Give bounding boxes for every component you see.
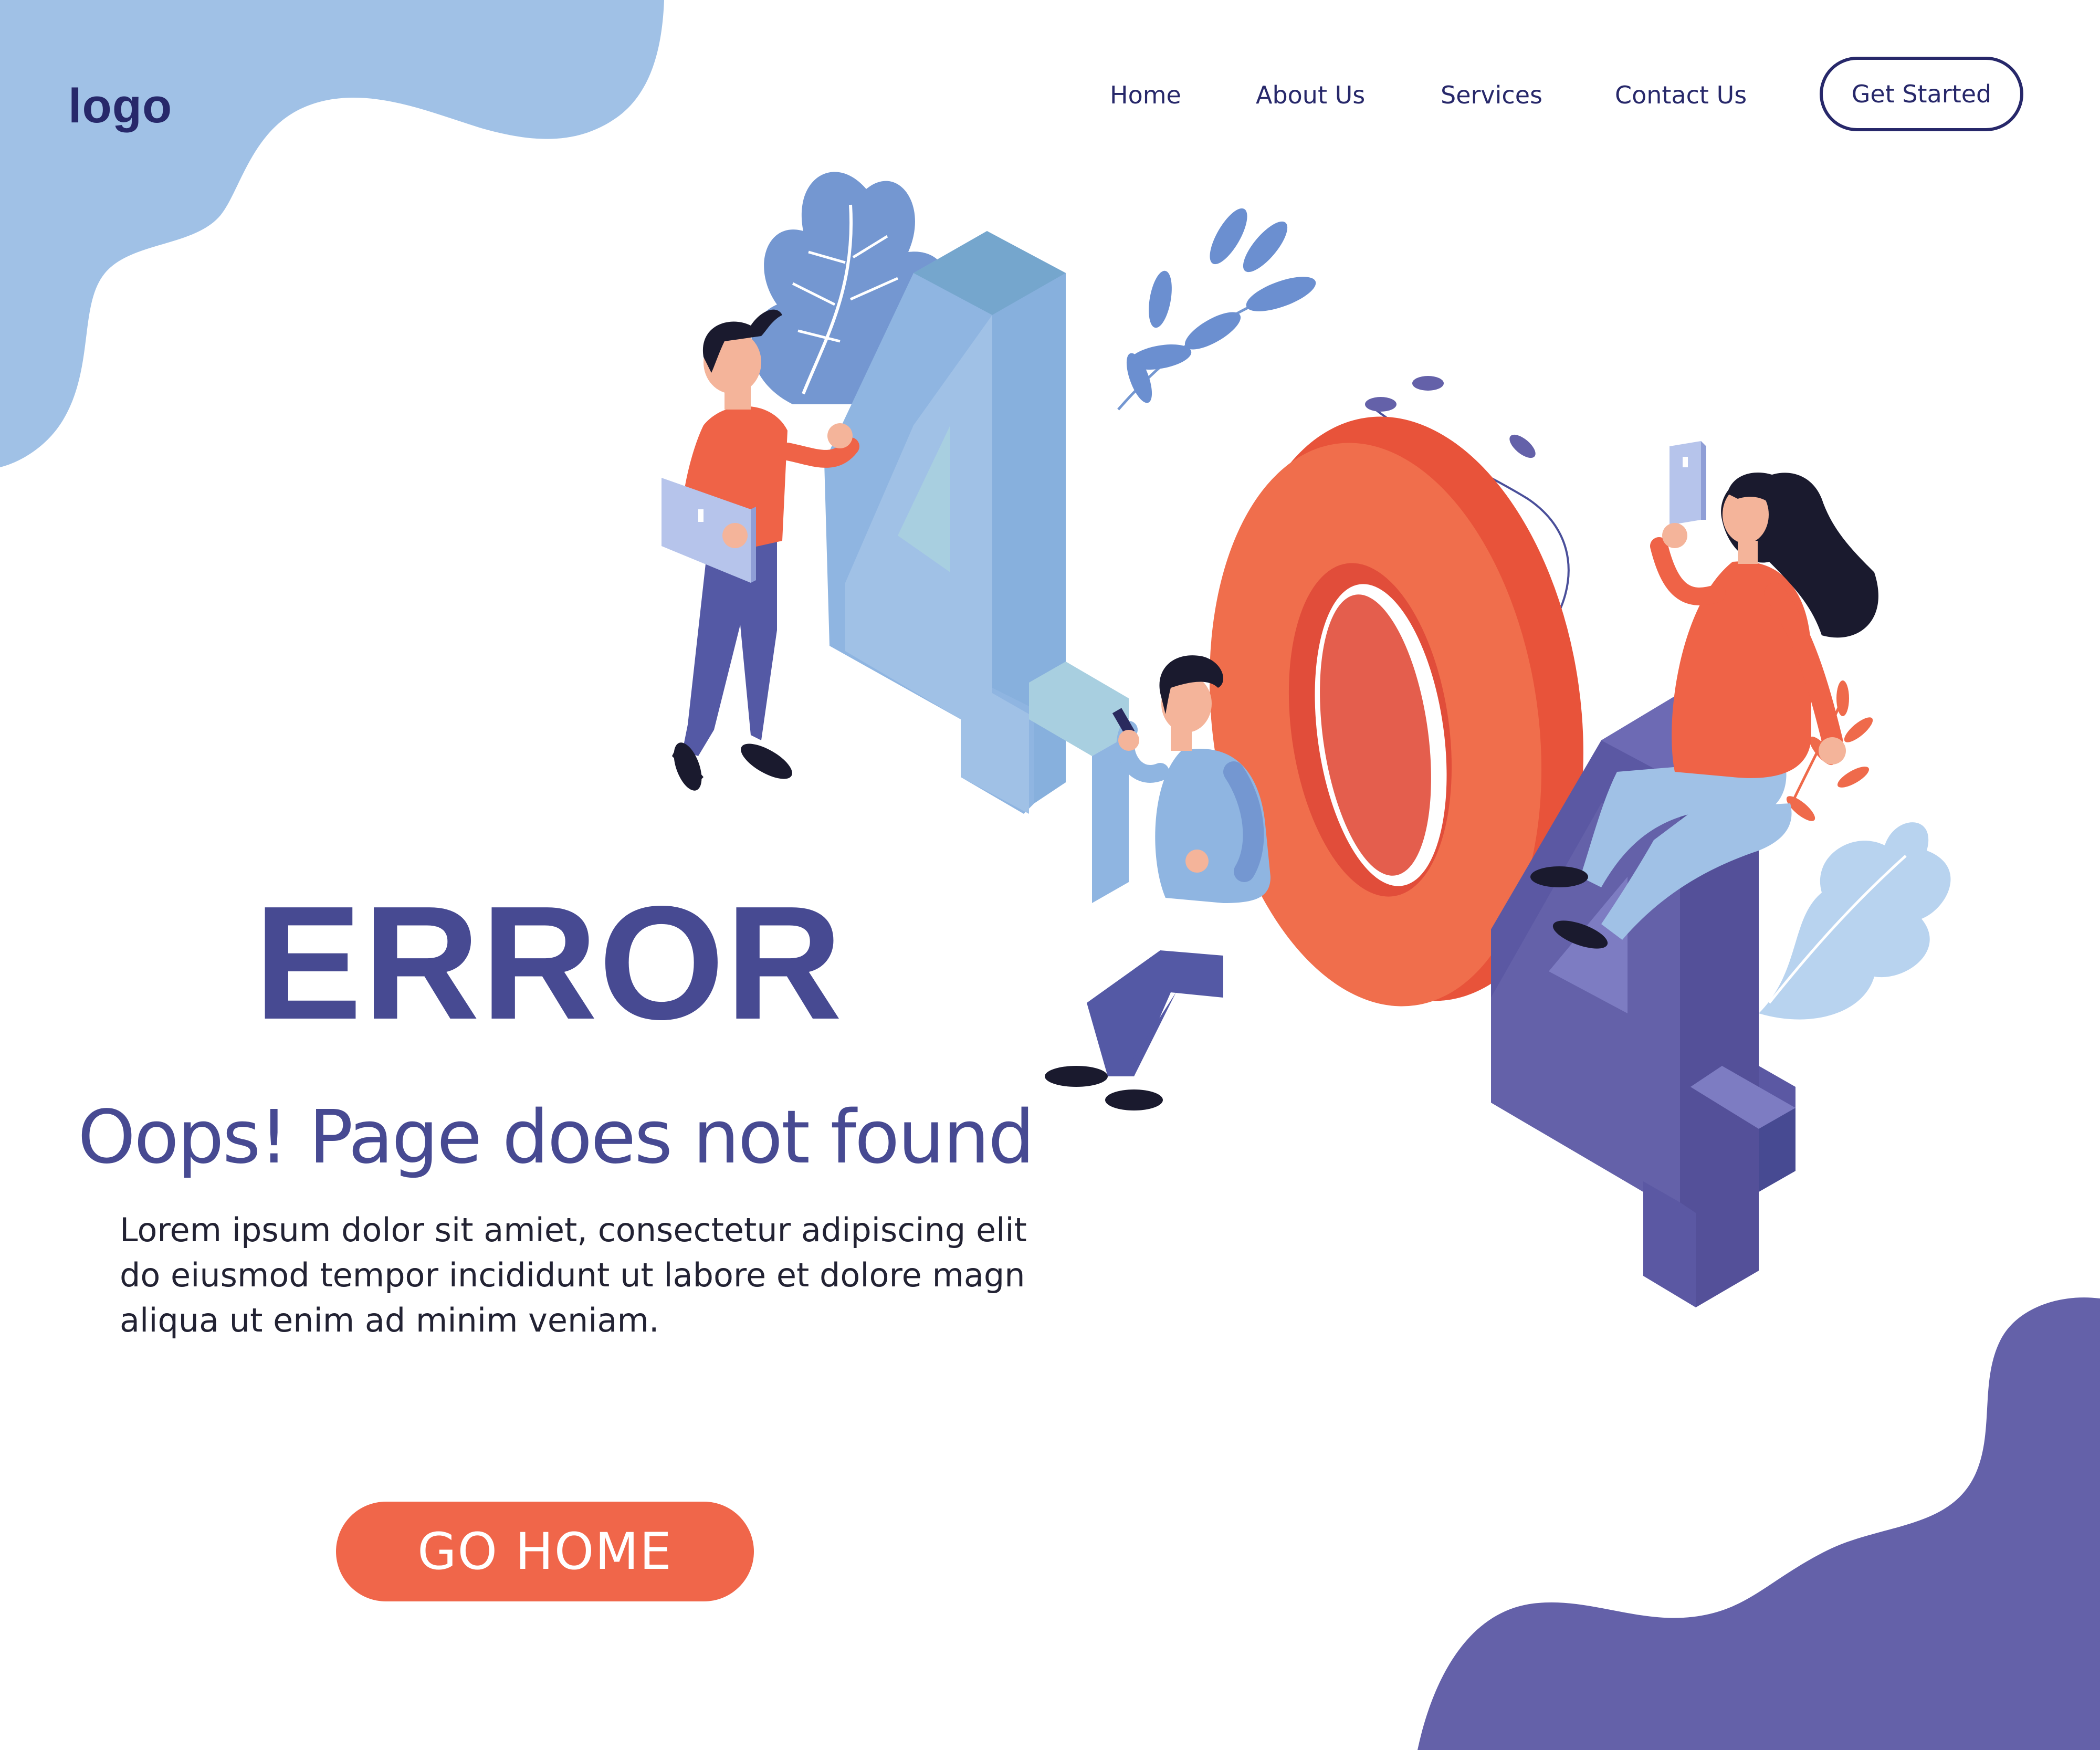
top-left-blob: [0, 0, 664, 467]
error-title: ERROR: [254, 873, 844, 1053]
nav-services[interactable]: Services: [1441, 81, 1542, 109]
description-line: aliqua ut enim ad minim veniam.: [120, 1301, 659, 1339]
go-home-button[interactable]: GO HOME: [336, 1502, 754, 1601]
nav-contact-us[interactable]: Contact Us: [1615, 81, 1747, 109]
logo[interactable]: logo: [68, 79, 172, 134]
bottom-right-blob: [1418, 1297, 2100, 1750]
nav-home[interactable]: Home: [1110, 81, 1181, 109]
error-description: Lorem ipsum dolor sit amiet, consectetur…: [120, 1208, 1027, 1343]
error-subtitle: Oops! Page does not found: [78, 1095, 1035, 1180]
description-line: Lorem ipsum dolor sit amiet, consectetur…: [120, 1211, 1027, 1249]
error-404-page: logo Home About Us Services Contact Us G…: [0, 0, 2100, 1750]
description-line: do eiusmod tempor incididunt ut labore e…: [120, 1256, 1025, 1294]
leaf-sprig-icon: [1117, 208, 1316, 411]
nav-about-us[interactable]: About Us: [1256, 81, 1365, 109]
get-started-button[interactable]: Get Started: [1820, 57, 2023, 131]
